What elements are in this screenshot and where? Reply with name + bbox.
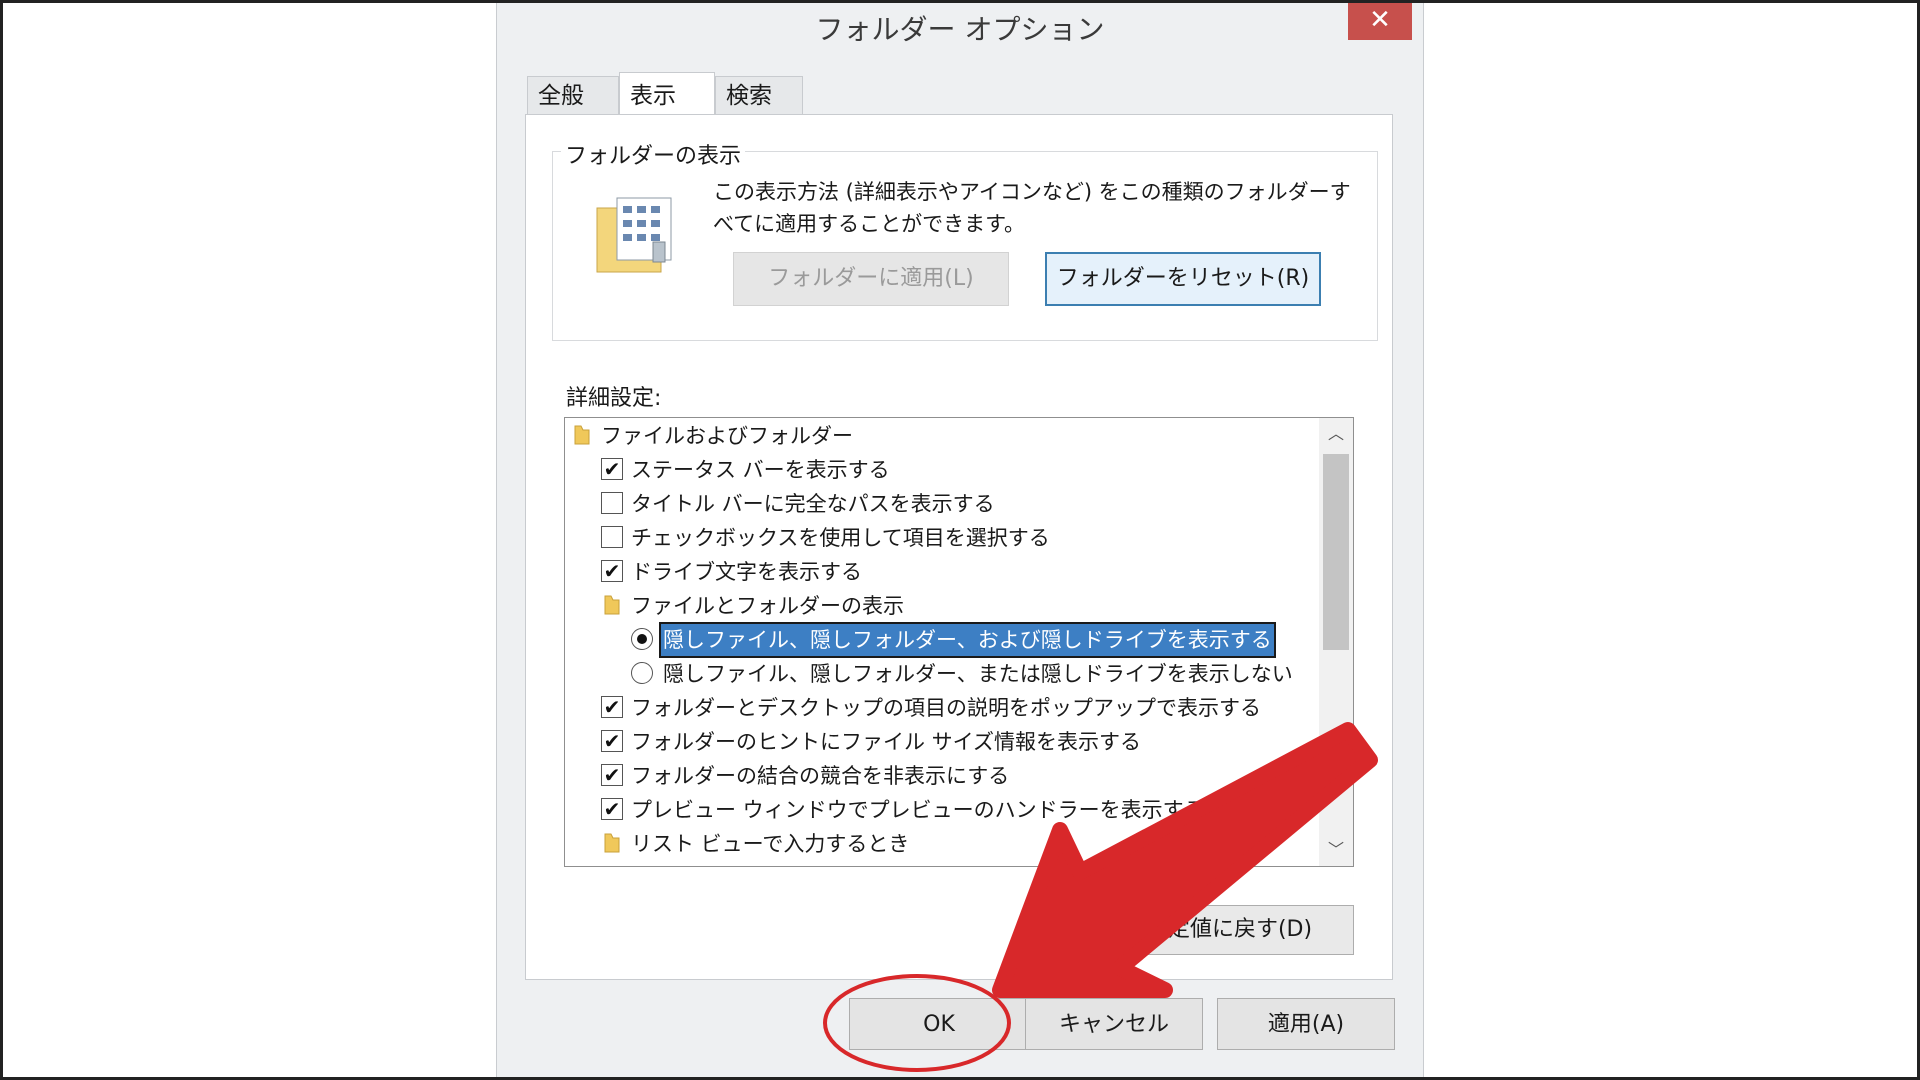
list-item[interactable]: 隠しファイル、隠しフォルダー、および隠しドライブを表示する xyxy=(565,622,1315,658)
list-item-label: フォルダーのヒントにファイル サイズ情報を表示する xyxy=(631,730,1142,754)
checkbox[interactable]: ✔ xyxy=(601,560,623,582)
tree-folder-row: リスト ビューで入力するとき xyxy=(565,828,1315,860)
folder-options-dialog: フォルダー オプション ✕ 全般 表示 検索 フォルダーの表示 この表示方法 (… xyxy=(496,0,1424,1080)
list-item[interactable]: ✔ プレビュー ウィンドウでプレビューのハンドラーを表示する xyxy=(565,794,1315,826)
tree-folder-row: ファイルとフォルダーの表示 xyxy=(565,590,1315,622)
checkbox[interactable]: ✔ xyxy=(601,696,623,718)
close-icon: ✕ xyxy=(1369,5,1391,35)
advanced-settings-list[interactable]: ファイルおよびフォルダー ✔ ステータス バーを表示する タイトル バーに完全な… xyxy=(564,417,1354,867)
list-item-label: タイトル バーに完全なパスを表示する xyxy=(631,492,995,516)
list-item[interactable]: タイトル バーに完全なパスを表示する xyxy=(565,488,1315,520)
folder-icon xyxy=(604,595,620,615)
folder-views-description: この表示方法 (詳細表示やアイコンなど) をこの種類のフォルダーすべてに適用する… xyxy=(713,180,1351,236)
folder-view-icon xyxy=(596,197,672,273)
tree-folder-label: リスト ビューで入力するとき xyxy=(631,832,910,856)
close-button[interactable]: ✕ xyxy=(1348,0,1412,40)
scroll-down-icon[interactable]: ﹀ xyxy=(1319,834,1353,866)
folder-icon xyxy=(574,425,590,445)
list-item-label-selected: 隠しファイル、隠しフォルダー、および隠しドライブを表示する xyxy=(659,622,1276,658)
list-item-label: プレビュー ウィンドウでプレビューのハンドラーを表示する xyxy=(631,798,1205,822)
list-item[interactable]: ✔ フォルダーとデスクトップの項目の説明をポップアップで表示する xyxy=(565,692,1315,724)
reset-folders-button[interactable]: フォルダーをリセット(R) xyxy=(1045,252,1321,306)
dialog-title: フォルダー オプション xyxy=(815,13,1105,46)
list-item-label: チェックボックスを使用して項目を選択する xyxy=(631,526,1050,550)
checkbox[interactable]: ✔ xyxy=(601,730,623,752)
tab-view[interactable]: 表示 xyxy=(619,72,715,114)
checkbox[interactable]: ✔ xyxy=(601,764,623,786)
list-item[interactable]: ✔ フォルダーの結合の競合を非表示にする xyxy=(565,760,1315,792)
ok-button[interactable]: OK xyxy=(849,998,1029,1050)
list-item[interactable]: 隠しファイル、隠しフォルダー、または隠しドライブを表示しない xyxy=(565,658,1315,690)
list-item-label: フォルダーとデスクトップの項目の説明をポップアップで表示する xyxy=(631,696,1261,720)
list-item[interactable]: ✔ ステータス バーを表示する xyxy=(565,454,1315,486)
scroll-up-icon[interactable]: ︿ xyxy=(1319,418,1353,450)
scroll-thumb[interactable] xyxy=(1323,454,1349,650)
apply-button[interactable]: 適用(A) xyxy=(1217,998,1395,1050)
tree-folder-label: ファイルおよびフォルダー xyxy=(601,424,853,448)
checkbox[interactable]: ✔ xyxy=(601,798,623,820)
list-item[interactable]: ✔ フォルダーのヒントにファイル サイズ情報を表示する xyxy=(565,726,1315,758)
apply-to-folders-button[interactable]: フォルダーに適用(L) xyxy=(733,252,1009,306)
checkbox[interactable]: ✔ xyxy=(601,458,623,480)
checkbox[interactable] xyxy=(601,526,623,548)
tree-folder-label: ファイルとフォルダーの表示 xyxy=(631,594,904,618)
folder-views-title: フォルダーの表示 xyxy=(561,138,746,170)
tree-folder-row: ファイルおよびフォルダー xyxy=(565,420,1315,452)
list-item-label: ステータス バーを表示する xyxy=(631,458,890,482)
list-item-label: 隠しファイル、隠しフォルダー、または隠しドライブを表示しない xyxy=(663,662,1293,686)
radio-button[interactable] xyxy=(631,662,653,684)
cancel-button[interactable]: キャンセル xyxy=(1025,998,1203,1050)
tab-general[interactable]: 全般 xyxy=(527,76,619,114)
list-item-label: フォルダーの結合の競合を非表示にする xyxy=(631,764,1010,788)
list-item-label: ドライブ文字を表示する xyxy=(631,560,862,584)
list-item[interactable]: チェックボックスを使用して項目を選択する xyxy=(565,522,1315,554)
restore-defaults-button[interactable]: 既定値に戻す(D) xyxy=(1104,905,1354,955)
radio-button[interactable] xyxy=(631,628,653,650)
tab-search[interactable]: 検索 xyxy=(715,76,803,114)
vertical-scrollbar[interactable]: ︿ ﹀ xyxy=(1319,418,1353,866)
view-tab-panel: フォルダーの表示 この表示方法 (詳細表示やアイコンなど) をこの種類のフォルダ… xyxy=(525,114,1393,980)
folder-icon xyxy=(604,833,620,853)
folder-views-group: フォルダーの表示 この表示方法 (詳細表示やアイコンなど) をこの種類のフォルダ… xyxy=(552,138,1378,341)
list-item[interactable]: ✔ ドライブ文字を表示する xyxy=(565,556,1315,588)
advanced-settings-label: 詳細設定: xyxy=(566,386,662,411)
checkbox[interactable] xyxy=(601,492,623,514)
